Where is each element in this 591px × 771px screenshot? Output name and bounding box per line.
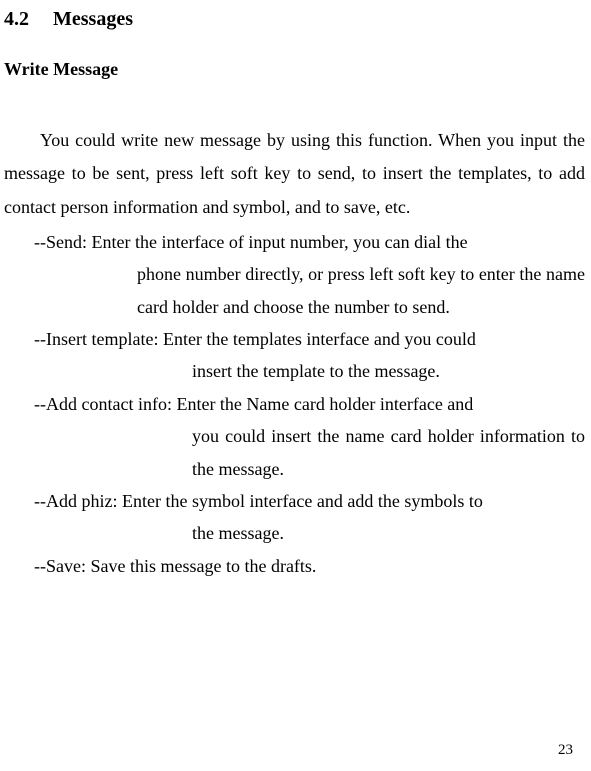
list-item-insert-first: --Insert template: Enter the templates i… (34, 329, 476, 349)
list-item-save-first: --Save: Save this message to the drafts. (34, 556, 316, 576)
list-item-phiz: --Add phiz: Enter the symbol interface a… (4, 485, 585, 550)
list-item-send-first: --Send: Enter the interface of input num… (34, 232, 468, 252)
list-item-phiz-first: --Add phiz: Enter the symbol interface a… (34, 491, 483, 511)
section-title: Messages (53, 8, 133, 30)
list-item-save: --Save: Save this message to the drafts. (4, 550, 585, 582)
intro-paragraph: You could write new message by using thi… (4, 124, 585, 224)
section-heading: 4.2 Messages (4, 8, 585, 31)
list-item-contact-cont: you could insert the name card holder in… (34, 420, 585, 485)
list-item-send: --Send: Enter the interface of input num… (4, 226, 585, 323)
list-item-phiz-cont: the message. (34, 517, 585, 549)
list-item-contact-first: --Add contact info: Enter the Name card … (34, 394, 473, 414)
subheading: Write Message (4, 59, 585, 80)
section-number: 4.2 (4, 8, 29, 31)
list-item-contact: --Add contact info: Enter the Name card … (4, 388, 585, 485)
list-item-send-cont: phone number directly, or press left sof… (34, 258, 585, 323)
list-item-insert: --Insert template: Enter the templates i… (4, 323, 585, 388)
page-number: 23 (558, 742, 573, 759)
list-item-insert-cont: insert the template to the message. (34, 355, 585, 387)
